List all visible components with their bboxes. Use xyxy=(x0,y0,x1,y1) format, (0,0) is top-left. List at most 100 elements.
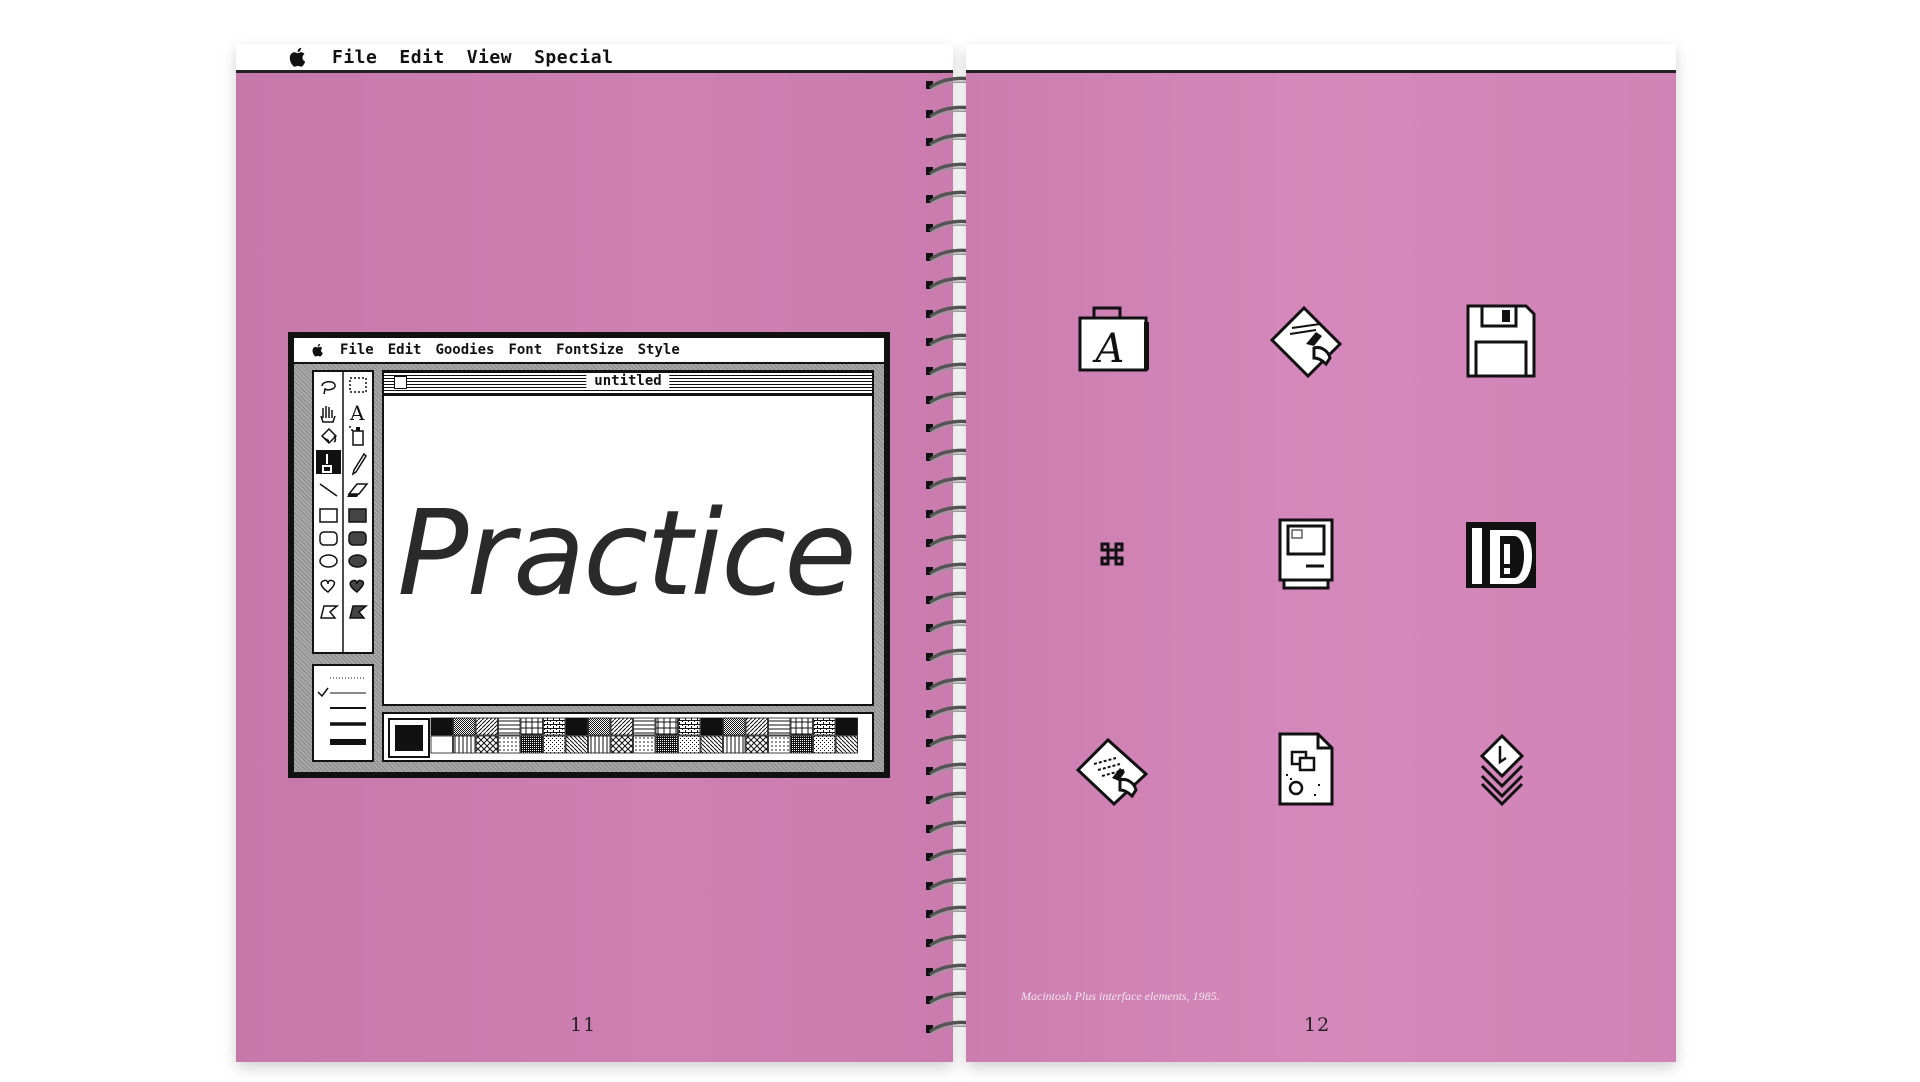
menu-file[interactable]: File xyxy=(332,47,377,68)
paint-bucket-icon[interactable] xyxy=(320,427,338,445)
pattern-swatch[interactable] xyxy=(813,735,836,754)
pattern-swatch[interactable] xyxy=(835,717,858,736)
menu-special[interactable]: Special xyxy=(534,47,613,68)
line-width-panel xyxy=(312,664,374,762)
pattern-swatch[interactable] xyxy=(768,735,791,754)
document-title: untitled xyxy=(586,373,670,389)
pattern-swatch[interactable] xyxy=(430,735,453,754)
pattern-swatch[interactable] xyxy=(813,717,836,736)
macpaint-menu-font[interactable]: Font xyxy=(508,342,542,358)
apple-icon[interactable] xyxy=(310,342,326,358)
pattern-swatch[interactable] xyxy=(790,717,813,736)
macpaint-menu-style[interactable]: Style xyxy=(638,342,680,358)
page-number-left: 11 xyxy=(570,1014,597,1036)
pattern-palette xyxy=(382,712,874,762)
document-titlebar[interactable]: untitled xyxy=(384,372,872,396)
pattern-swatch[interactable] xyxy=(610,735,633,754)
pattern-swatch[interactable] xyxy=(520,735,543,754)
selection-rect-icon[interactable] xyxy=(349,377,367,393)
macintosh-computer-icon xyxy=(1266,514,1346,594)
pattern-swatch[interactable] xyxy=(655,735,678,754)
macpaint-menu-goodies[interactable]: Goodies xyxy=(435,342,494,358)
pattern-swatch[interactable] xyxy=(745,717,768,736)
line-tool-icon[interactable] xyxy=(319,483,338,497)
rectangle-icon[interactable] xyxy=(319,508,338,523)
filled-freeform-icon[interactable] xyxy=(349,579,365,593)
write-document-icon xyxy=(1072,728,1152,808)
pattern-swatch[interactable] xyxy=(723,717,746,736)
svg-text:A: A xyxy=(1092,326,1125,372)
pattern-swatch[interactable] xyxy=(588,717,611,736)
spray-can-icon[interactable] xyxy=(349,426,364,446)
left-page: File Edit View Special File Edit Goodies… xyxy=(236,44,953,1062)
macpaint-menu-file[interactable]: File xyxy=(340,342,374,358)
filled-polygon-icon[interactable] xyxy=(349,605,369,619)
stack-icon xyxy=(1460,728,1540,808)
checkmark-icon xyxy=(317,687,329,698)
tool-palette: A xyxy=(312,370,374,654)
pattern-swatch[interactable] xyxy=(430,717,453,736)
pattern-swatch[interactable] xyxy=(543,717,566,736)
pattern-swatch[interactable] xyxy=(475,717,498,736)
pattern-swatch[interactable] xyxy=(633,717,656,736)
pattern-swatch[interactable] xyxy=(700,717,723,736)
page-number-right: 12 xyxy=(1304,1014,1331,1036)
svg-text:A: A xyxy=(349,401,365,425)
menu-edit[interactable]: Edit xyxy=(399,47,444,68)
pattern-swatch[interactable] xyxy=(723,735,746,754)
hand-icon[interactable] xyxy=(320,406,336,423)
apple-icon[interactable] xyxy=(286,45,310,69)
current-pattern xyxy=(388,718,430,758)
command-key-icon xyxy=(1072,514,1152,594)
menu-view[interactable]: View xyxy=(467,47,512,68)
pattern-swatch[interactable] xyxy=(453,717,476,736)
pattern-swatch[interactable] xyxy=(498,717,521,736)
pattern-swatch[interactable] xyxy=(768,717,791,736)
pattern-swatch[interactable] xyxy=(565,735,588,754)
pattern-swatch[interactable] xyxy=(543,735,566,754)
pattern-swatch[interactable] xyxy=(475,735,498,754)
left-page-menubar: File Edit View Special xyxy=(236,44,953,73)
macpaint-desktop: A untitled Practice xyxy=(294,364,884,772)
pattern-swatch[interactable] xyxy=(700,735,723,754)
paintbrush-icon[interactable] xyxy=(316,450,341,474)
macpaint-menu-fontsize[interactable]: FontSize xyxy=(556,342,623,358)
pattern-swatch[interactable] xyxy=(835,735,858,754)
pattern-swatch[interactable] xyxy=(790,735,813,754)
drawing-canvas[interactable]: Practice xyxy=(384,396,872,704)
filled-rounded-rect-icon[interactable] xyxy=(348,531,367,546)
macpaint-menubar: File Edit Goodies Font FontSize Style xyxy=(294,338,884,364)
lasso-icon[interactable] xyxy=(321,381,336,395)
polygon-icon[interactable] xyxy=(320,605,340,619)
floppy-disk-icon xyxy=(1460,300,1540,380)
figure-caption: Macintosh Plus interface elements, 1985. xyxy=(1021,989,1220,1003)
pattern-swatch[interactable] xyxy=(498,735,521,754)
text-tool-icon[interactable]: A xyxy=(349,401,365,425)
rounded-rect-icon[interactable] xyxy=(319,531,338,546)
oval-icon[interactable] xyxy=(319,554,338,568)
filled-rectangle-icon[interactable] xyxy=(348,508,367,523)
canvas-handwriting: Practice xyxy=(397,484,854,622)
pattern-swatch[interactable] xyxy=(565,717,588,736)
pattern-swatch[interactable] xyxy=(678,717,701,736)
freeform-icon[interactable] xyxy=(320,579,336,593)
filled-oval-icon[interactable] xyxy=(348,554,367,568)
pattern-swatch[interactable] xyxy=(588,735,611,754)
pattern-swatch[interactable] xyxy=(745,735,768,754)
right-page-menubar xyxy=(966,44,1676,73)
pencil-icon[interactable] xyxy=(351,452,367,476)
font-suitcase-icon: A xyxy=(1072,300,1152,380)
pattern-swatch[interactable] xyxy=(678,735,701,754)
close-box-icon[interactable] xyxy=(394,376,407,389)
right-page: A Macintosh Plus interface elements, 198… xyxy=(966,44,1676,1062)
pattern-swatch[interactable] xyxy=(453,735,476,754)
pattern-swatch[interactable] xyxy=(520,717,543,736)
draw-document-icon xyxy=(1266,728,1346,808)
document-window: untitled Practice xyxy=(382,370,874,706)
pattern-swatch[interactable] xyxy=(655,717,678,736)
eraser-icon[interactable] xyxy=(347,483,369,497)
pattern-swatch[interactable] xyxy=(610,717,633,736)
pattern-swatch[interactable] xyxy=(633,735,656,754)
macpaint-menu-edit[interactable]: Edit xyxy=(388,342,422,358)
application-icon xyxy=(1460,514,1540,594)
